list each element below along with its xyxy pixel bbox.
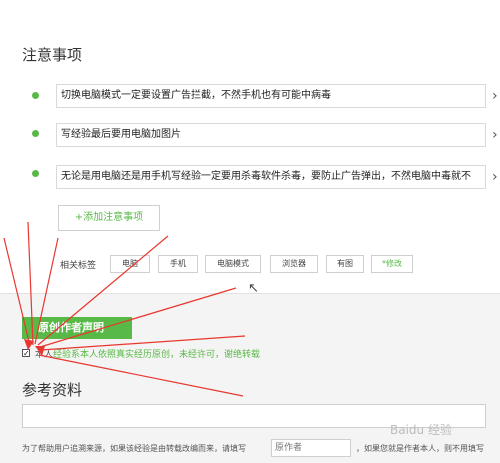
annotation-arrow-line — [3, 237, 31, 347]
annotation-arrow-line — [34, 237, 59, 345]
annotation-arrows — [3, 221, 246, 397]
annotation-arrow-line — [27, 221, 34, 346]
annotation-arrow-line — [38, 354, 244, 397]
annotation-arrowhead — [35, 346, 45, 356]
